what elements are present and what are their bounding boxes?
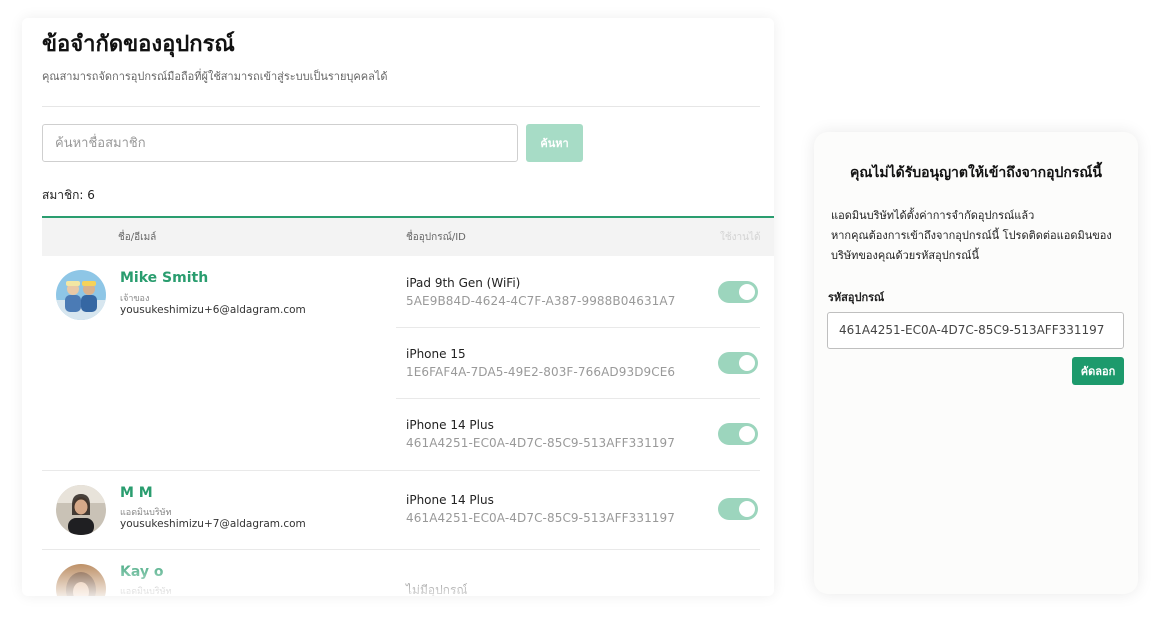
toggle-knob <box>739 355 755 371</box>
divider <box>42 106 760 107</box>
member-role: แอดมินบริษัท <box>120 587 172 596</box>
device-id: 461A4251-EC0A-4D7C-85C9-513AFF331197 <box>406 511 676 525</box>
toggle-knob <box>739 426 755 442</box>
copy-button[interactable]: คัดลอก <box>1072 357 1124 385</box>
dialog-message-line: หากคุณต้องการเข้าถึงจากอุปกรณ์นี้ โปรดติ… <box>831 229 1112 242</box>
dialog-message-line: แอดมินบริษัทได้ตั้งค่าการจำกัดอุปกรณ์แล้… <box>831 209 1035 222</box>
device-enabled-toggle[interactable] <box>718 352 758 374</box>
device-restriction-panel: ข้อจำกัดของอุปกรณ์ คุณสามารถจัดการอุปกรณ… <box>22 18 774 596</box>
no-device-text: ไม่มีอุปกรณ์ <box>406 583 468 596</box>
dialog-message-line: บริษัทของคุณด้วยรหัสอุปกรณ์นี้ <box>831 249 979 262</box>
row-divider <box>396 327 760 328</box>
column-header-enabled: ใช้งานได้ <box>720 232 761 243</box>
avatar <box>56 485 106 535</box>
dialog-message: แอดมินบริษัทได้ตั้งค่าการจำกัดอุปกรณ์แล้… <box>831 206 1131 266</box>
device-code-field[interactable]: 461A4251-EC0A-4D7C-85C9-513AFF331197 <box>827 312 1124 349</box>
member-count: สมาชิก: 6 <box>42 188 95 202</box>
device-enabled-toggle[interactable] <box>718 498 758 520</box>
page-title: ข้อจำกัดของอุปกรณ์ <box>42 32 235 57</box>
device-code-label: รหัสอุปกรณ์ <box>828 291 885 304</box>
member-role: แอดมินบริษัท <box>120 508 172 518</box>
device-enabled-toggle[interactable] <box>718 423 758 445</box>
row-divider <box>42 470 760 471</box>
device-name: iPad 9th Gen (WiFi) <box>406 276 521 290</box>
dialog-title: คุณไม่ได้รับอนุญาตให้เข้าถึงจากอุปกรณ์นี… <box>849 165 1102 181</box>
access-denied-dialog: คุณไม่ได้รับอนุญาตให้เข้าถึงจากอุปกรณ์นี… <box>814 132 1138 594</box>
table-header: ชื่อ/อีเมล์ ชื่ออุปกรณ์/ID ใช้งานได้ <box>42 216 774 256</box>
member-name[interactable]: Kay o <box>120 564 163 580</box>
device-enabled-toggle[interactable] <box>718 281 758 303</box>
device-name: iPhone 14 Plus <box>406 493 494 507</box>
column-header-member: ชื่อ/อีเมล์ <box>118 232 157 243</box>
device-name: iPhone 14 Plus <box>406 418 494 432</box>
member-email: yousukeshimizu+7@aldagram.com <box>120 518 306 530</box>
toggle-knob <box>739 501 755 517</box>
toggle-knob <box>739 284 755 300</box>
avatar <box>56 564 106 596</box>
search-input[interactable] <box>42 124 518 162</box>
member-role: เจ้าของ <box>120 294 150 304</box>
avatar <box>56 270 106 320</box>
device-id: 1E6FAF4A-7DA5-49E2-803F-766AD93D9CE6 <box>406 365 676 379</box>
member-name[interactable]: Mike Smith <box>120 270 208 286</box>
column-header-device: ชื่ออุปกรณ์/ID <box>406 232 466 243</box>
member-email: yousukeshimizu+6@aldagram.com <box>120 304 306 316</box>
member-name[interactable]: M M <box>120 485 153 501</box>
search-button[interactable]: ค้นหา <box>526 124 583 162</box>
page-subtitle: คุณสามารถจัดการอุปกรณ์มือถือที่ผู้ใช้สาม… <box>42 70 388 83</box>
row-divider <box>396 398 760 399</box>
device-id: 5AE9B84D-4624-4C7F-A387-9988B04631A7 <box>406 294 676 308</box>
row-divider <box>42 549 760 550</box>
device-name: iPhone 15 <box>406 347 466 361</box>
device-id: 461A4251-EC0A-4D7C-85C9-513AFF331197 <box>406 436 676 450</box>
